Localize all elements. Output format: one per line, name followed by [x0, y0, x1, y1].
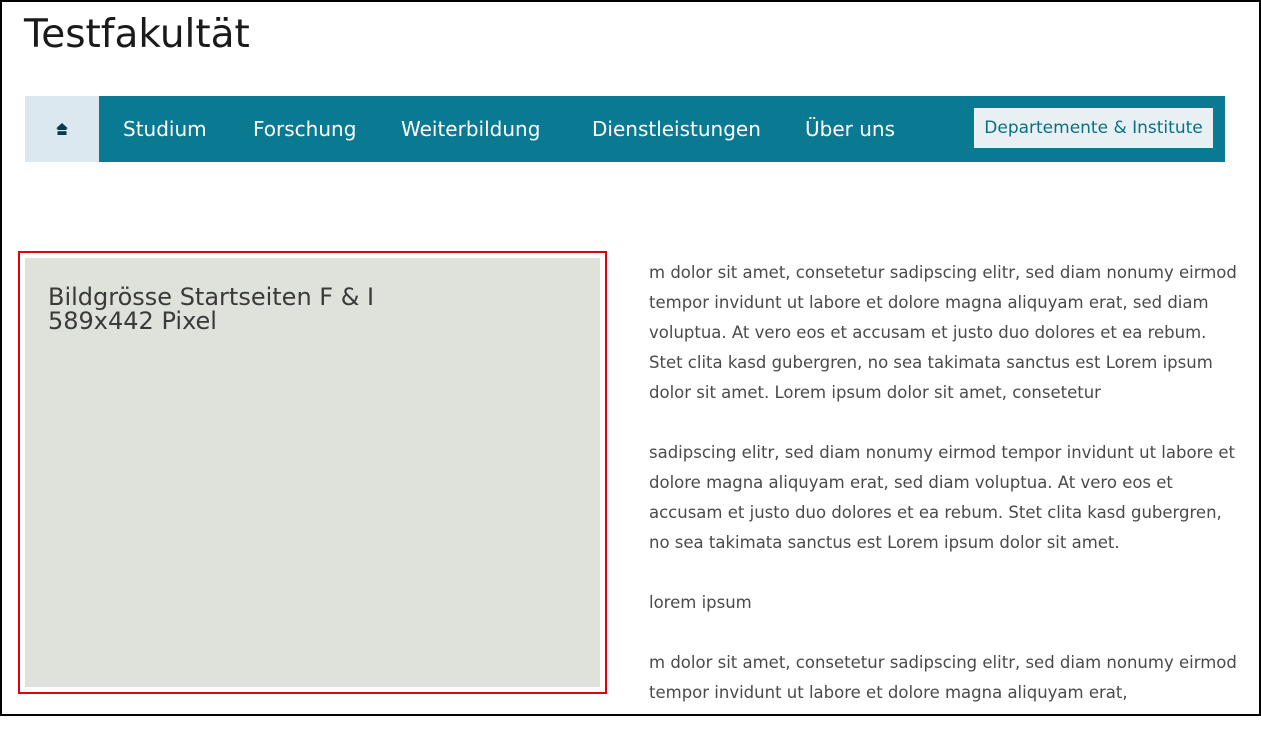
paragraph: m dolor sit amet, consetetur sadipscing … — [649, 263, 1237, 402]
paragraph: m dolor sit amet, consetetur sadipscing … — [649, 653, 1237, 702]
paragraph: sadipscing elitr, sed diam nonumy eirmod… — [649, 443, 1236, 552]
image-placeholder: Bildgrösse Startseiten F & I 589x442 Pix… — [18, 251, 607, 694]
paragraph: lorem ipsum — [649, 593, 752, 612]
placeholder-caption: Bildgrösse Startseiten F & I 589x442 Pix… — [48, 285, 374, 333]
home-icon — [55, 122, 69, 136]
site-title: Testfakultät — [24, 12, 250, 57]
nav-item-ueber-uns[interactable]: Über uns — [805, 96, 895, 162]
nav-item-dienstleistungen[interactable]: Dienstleistungen — [592, 96, 761, 162]
placeholder-image-area: Bildgrösse Startseiten F & I 589x442 Pix… — [25, 258, 600, 687]
nav-item-studium[interactable]: Studium — [123, 96, 207, 162]
departemente-institute-button[interactable]: Departemente & Institute — [974, 108, 1213, 148]
nav-item-weiterbildung[interactable]: Weiterbildung — [401, 96, 540, 162]
home-button[interactable] — [25, 96, 99, 162]
placeholder-caption-line2: 589x442 Pixel — [48, 307, 217, 335]
main-navigation: Studium Forschung Weiterbildung Dienstle… — [25, 96, 1225, 162]
nav-item-forschung[interactable]: Forschung — [253, 96, 356, 162]
content-text: m dolor sit amet, consetetur sadipscing … — [649, 258, 1239, 738]
